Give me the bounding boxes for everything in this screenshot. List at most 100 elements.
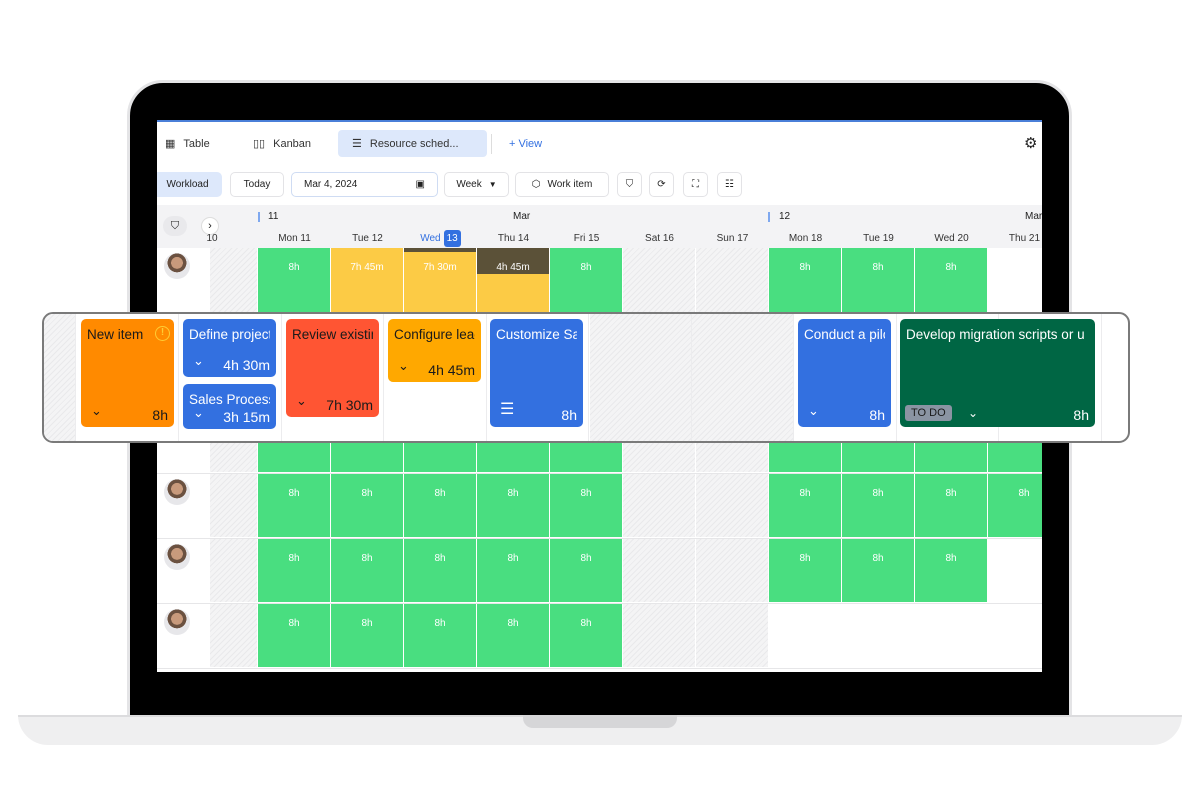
workload-cell[interactable]: 8h (915, 539, 987, 602)
row-filter-button[interactable]: ⛉ (163, 216, 187, 236)
workload-cell[interactable]: 8h (915, 474, 987, 537)
hours-label: 8h (507, 553, 519, 564)
tab-table[interactable]: ▦ Table (157, 130, 218, 157)
hours-label: 8h (288, 488, 300, 499)
date-picker[interactable]: Mar 4, 2024 ▣ (291, 172, 438, 197)
work-item-card[interactable]: Configure lead ⌄ 4h 45m (388, 319, 481, 382)
workload-cell[interactable]: 8h (550, 248, 622, 312)
chevron-down-icon[interactable]: ⌄ (193, 353, 204, 369)
day-header: Fri 15 (550, 233, 623, 244)
work-item-card[interactable]: Customize Sales ☰ 8h (490, 319, 583, 427)
day-header: Wed 13 (404, 230, 477, 247)
hours-label: 7h 30m (423, 262, 457, 273)
day-column (692, 314, 794, 441)
workload-cell[interactable]: 8h (258, 474, 330, 537)
card-hours: 4h 30m (223, 357, 270, 373)
refresh-button[interactable]: ⟳ (649, 172, 674, 197)
non-working-cell (210, 474, 257, 537)
weekend-cell (696, 474, 768, 537)
hours-label: 8h (434, 553, 446, 564)
tab-kanban[interactable]: ▯▯ Kanban (245, 130, 319, 157)
avatar[interactable] (164, 609, 190, 635)
hours-label: 8h (945, 553, 957, 564)
workload-cell[interactable]: 8h (258, 539, 330, 602)
workload-cell[interactable]: 8h (550, 604, 622, 667)
work-item-card[interactable]: Sales Process ⌄ 3h 15m (183, 384, 276, 429)
work-item-card[interactable]: Review existing ⌄ 7h 30m (286, 319, 379, 417)
tab-resource-schedule[interactable]: ☰ Resource sched... (338, 130, 487, 157)
workload-cell[interactable]: 8h (404, 604, 476, 667)
day-header: Wed 20 (915, 233, 988, 244)
day-label: Mon 11 (278, 233, 311, 244)
avatar[interactable] (164, 479, 190, 505)
filter-button[interactable]: ⛉ (617, 172, 642, 197)
chevron-down-icon[interactable]: ⌄ (91, 403, 102, 419)
workload-cell[interactable]: 8h (769, 248, 841, 312)
avatar[interactable] (164, 253, 190, 279)
add-view-button[interactable]: + View (501, 130, 550, 157)
day-header: Sat 16 (623, 233, 696, 244)
non-working-cell (210, 248, 257, 312)
work-item-button[interactable]: ⬡ Work item (515, 172, 609, 197)
workload-cell[interactable]: 8h (331, 539, 403, 602)
schedule-icon: ☰ (352, 138, 362, 150)
week-select[interactable]: Week ▼ (444, 172, 509, 197)
weekend-cell (623, 604, 695, 667)
workload-cell[interactable]: 8h (404, 539, 476, 602)
day-header: Mon 11 (258, 233, 331, 244)
workload-cell[interactable]: 8h (477, 539, 549, 602)
workload-cell[interactable]: 8h (404, 474, 476, 537)
status-badge[interactable]: TO DO (905, 405, 952, 421)
day-label: Wed (420, 233, 441, 244)
workload-cell[interactable]: 8h (331, 604, 403, 667)
card-title: Configure lead (394, 327, 475, 342)
day-label: Mon 18 (788, 233, 823, 244)
workload-cell[interactable]: 8h (477, 474, 549, 537)
card-hours: 8h (561, 407, 577, 423)
hours-label: 8h (434, 618, 446, 629)
avatar[interactable] (164, 544, 190, 570)
workload-cell[interactable]: 7h 45m (331, 248, 403, 312)
chevron-down-icon[interactable]: ⌄ (296, 393, 307, 409)
settings-sliders-button[interactable]: ☷ (717, 172, 742, 197)
work-item-card[interactable]: New item! ⌄ 8h (81, 319, 174, 427)
gear-icon[interactable]: ⚙ (1024, 134, 1037, 152)
day-label: Sun 17 (716, 233, 749, 244)
weekend-cell (623, 248, 695, 312)
month-label: Mar (1025, 211, 1042, 222)
workload-cell[interactable]: 8h (842, 474, 914, 537)
workload-cell[interactable]: 8h (988, 474, 1042, 537)
work-item-card[interactable]: Conduct a pilot ⌄ 8h (798, 319, 891, 427)
workload-cell[interactable]: 8h (550, 539, 622, 602)
workload-cell[interactable]: 8h (769, 474, 841, 537)
day-header: Tue 19 (842, 233, 915, 244)
workload-cell[interactable]: 8h (331, 474, 403, 537)
workload-cell[interactable]: 8h (842, 248, 914, 312)
hours-label: 7h 45m (350, 262, 384, 273)
workload-cell[interactable]: 8h (550, 474, 622, 537)
laptop-notch (523, 715, 677, 728)
workload-cell[interactable]: 8h (477, 604, 549, 667)
fullscreen-icon: ⛶ (692, 179, 699, 190)
workload-cell[interactable]: 8h (842, 539, 914, 602)
work-item-card[interactable]: Define project ⌄ 4h 30m (183, 319, 276, 377)
chevron-down-icon[interactable]: ⌄ (398, 358, 409, 374)
workload-cell[interactable]: 8h (258, 248, 330, 312)
workload-button[interactable]: Workload (157, 172, 222, 197)
today-button[interactable]: Today (230, 172, 284, 197)
hours-label: 8h (1018, 488, 1030, 499)
workload-cell[interactable]: 8h (915, 248, 987, 312)
chevron-down-icon[interactable]: ⌄ (968, 406, 978, 420)
chevron-down-icon[interactable]: ⌄ (193, 405, 204, 421)
day-header: Mon 18 (769, 233, 842, 244)
chevron-down-icon[interactable]: ⌄ (808, 403, 819, 419)
workload-cell[interactable]: 7h 30m (404, 248, 476, 312)
work-item-card[interactable]: Develop migration scripts or u TO DO ⌄ 8h (900, 319, 1095, 427)
workload-cell[interactable]: 4h 45m (477, 248, 549, 312)
workload-cell[interactable]: 8h (769, 539, 841, 602)
day-label: Wed 20 (934, 233, 969, 244)
hours-label: 8h (799, 553, 811, 564)
hours-label: 8h (580, 553, 592, 564)
fullscreen-button[interactable]: ⛶ (683, 172, 708, 197)
workload-cell[interactable]: 8h (258, 604, 330, 667)
